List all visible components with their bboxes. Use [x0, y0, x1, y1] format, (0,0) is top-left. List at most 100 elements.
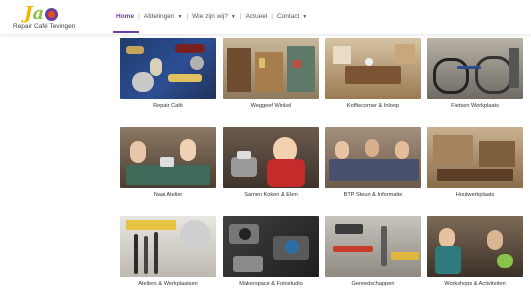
photo-detail — [126, 165, 210, 185]
photo-detail — [497, 254, 513, 268]
nav-item-wie-zijn-wij[interactable]: Wie zijn wij? ▼ — [192, 13, 236, 20]
tools-photo[interactable] — [325, 216, 421, 277]
logo-text: Repair Café Tevingen — [13, 23, 76, 30]
tile-caption[interactable]: Gereedschappen — [325, 281, 421, 287]
tile-repair-cafe[interactable]: Repair Café — [120, 38, 216, 109]
photo-detail — [227, 48, 251, 92]
nav-item-home[interactable]: Home — [116, 13, 134, 20]
photo-detail — [180, 220, 210, 250]
tile-workshops-activiteiten[interactable]: Workshops & Activiteiten — [427, 216, 523, 287]
photo-detail — [433, 135, 473, 165]
tile-ateliers-werkplaatsen[interactable]: Ateliers & Werkplaatsen — [120, 216, 216, 287]
logo-letter-j: J — [24, 3, 33, 24]
tile-koffiecorner-inloop[interactable]: Koffiecorner & Inloop — [325, 38, 421, 109]
tile-caption[interactable]: Naai Atelier — [120, 192, 216, 198]
tile-samen-koken-eten[interactable]: Samen Koken & Eten — [223, 127, 319, 198]
photo-detail — [395, 141, 409, 159]
tile-caption[interactable]: Repair Café — [120, 103, 216, 109]
photo-detail — [132, 72, 154, 92]
photo-detail — [333, 46, 351, 64]
workshop-activity-photo[interactable] — [427, 216, 523, 277]
photo-detail — [160, 157, 174, 167]
nav-item-afdelingen[interactable]: Afdelingen ▼ — [144, 13, 183, 20]
header: J a Repair Café Tevingen Home | Afdelingen… — [0, 0, 531, 34]
logo-letter-a: a — [32, 3, 45, 24]
photo-detail — [475, 56, 513, 94]
tile-caption[interactable]: Houtwerkplaats — [427, 192, 523, 198]
nav-item-label: Contact — [276, 13, 300, 20]
coffee-corner-photo[interactable] — [325, 38, 421, 99]
photo-detail — [365, 58, 373, 66]
photo-detail — [144, 236, 148, 274]
tile-caption[interactable]: Samen Koken & Eten — [223, 192, 319, 198]
cameras-photo[interactable] — [223, 216, 319, 277]
photo-detail — [130, 141, 146, 163]
photo-detail — [180, 139, 196, 161]
sewing-workshop-photo[interactable] — [120, 127, 216, 188]
photo-detail — [293, 60, 301, 68]
electronic-components-photo[interactable] — [120, 38, 216, 99]
nav-separator: | — [271, 13, 273, 20]
photo-detail — [175, 44, 205, 53]
tile-naai-atelier[interactable]: Naai Atelier — [120, 127, 216, 198]
photo-detail — [134, 234, 138, 274]
photo-detail — [437, 169, 513, 181]
tile-caption[interactable]: Workshops & Activiteiten — [427, 281, 523, 287]
tile-btp-steun-informatie[interactable]: BTP Steun & Informatie — [325, 127, 421, 198]
logo-sun-icon — [45, 8, 59, 21]
nav-item-label: Wie zijn wij? — [192, 13, 228, 20]
photo-detail — [333, 246, 373, 252]
site-logo[interactable]: J a Repair Café Tevingen — [13, 3, 83, 33]
department-grid: Repair Café Weggeef Winkel Koffiecorner & … — [120, 38, 526, 295]
cooking-photo[interactable] — [223, 127, 319, 188]
photo-detail — [479, 141, 515, 167]
paint-brushes-photo[interactable] — [120, 216, 216, 277]
nav-item-label: Afdelingen — [143, 13, 175, 20]
wood-workshop-photo[interactable] — [427, 127, 523, 188]
photo-detail — [126, 220, 176, 230]
tile-caption[interactable]: Weggeef Winkel — [223, 103, 319, 109]
photo-detail — [150, 58, 162, 76]
photo-detail — [126, 46, 144, 54]
group-meeting-photo[interactable] — [325, 127, 421, 188]
bicycles-photo[interactable] — [427, 38, 523, 99]
tile-fietsen-werkplaats[interactable]: Fietsen Werkplaats — [427, 38, 523, 109]
caret-down-icon: ▼ — [230, 13, 236, 20]
photo-detail — [154, 232, 158, 274]
photo-detail — [190, 56, 204, 70]
nav-separator: | — [138, 13, 140, 20]
nav-item-actueel[interactable]: Actueel — [246, 13, 268, 20]
tile-caption[interactable]: BTP Steun & Informatie — [325, 192, 421, 198]
photo-detail — [168, 74, 202, 82]
nav-separator: | — [239, 13, 242, 20]
tile-houtwerkplaats[interactable]: Houtwerkplaats — [427, 127, 523, 198]
photo-detail — [345, 66, 401, 84]
photo-detail — [509, 48, 519, 88]
caret-down-icon: ▼ — [302, 13, 308, 20]
photo-detail — [365, 139, 379, 157]
nav-item-label: Home — [116, 13, 135, 20]
tile-caption[interactable]: Ateliers & Werkplaatsen — [120, 281, 216, 287]
photo-detail — [285, 240, 299, 254]
tile-gereedschappen[interactable]: Gereedschappen — [325, 216, 421, 287]
tile-makerspace-fotostudio[interactable]: Makerspace & Fotostudio — [223, 216, 319, 287]
shop-interior-photo[interactable] — [223, 38, 319, 99]
logo-mark-icon: J a — [24, 3, 59, 24]
nav-item-contact[interactable]: Contact ▼ — [277, 13, 307, 20]
photo-detail — [231, 157, 257, 177]
photo-detail — [335, 224, 363, 234]
photo-detail — [439, 228, 455, 248]
photo-detail — [335, 141, 349, 159]
tile-caption[interactable]: Koffiecorner & Inloop — [325, 103, 421, 109]
photo-detail — [391, 252, 419, 260]
photo-detail — [435, 246, 461, 274]
photo-detail — [487, 230, 503, 250]
tile-weggeef-winkel[interactable]: Weggeef Winkel — [223, 38, 319, 109]
photo-detail — [267, 159, 305, 187]
tile-caption[interactable]: Makerspace & Fotostudio — [223, 281, 319, 287]
nav-item-label: Actueel — [245, 13, 268, 20]
tile-caption[interactable]: Fietsen Werkplaats — [427, 103, 523, 109]
active-nav-underline — [113, 31, 139, 33]
photo-detail — [233, 256, 263, 272]
photo-detail — [287, 46, 315, 92]
